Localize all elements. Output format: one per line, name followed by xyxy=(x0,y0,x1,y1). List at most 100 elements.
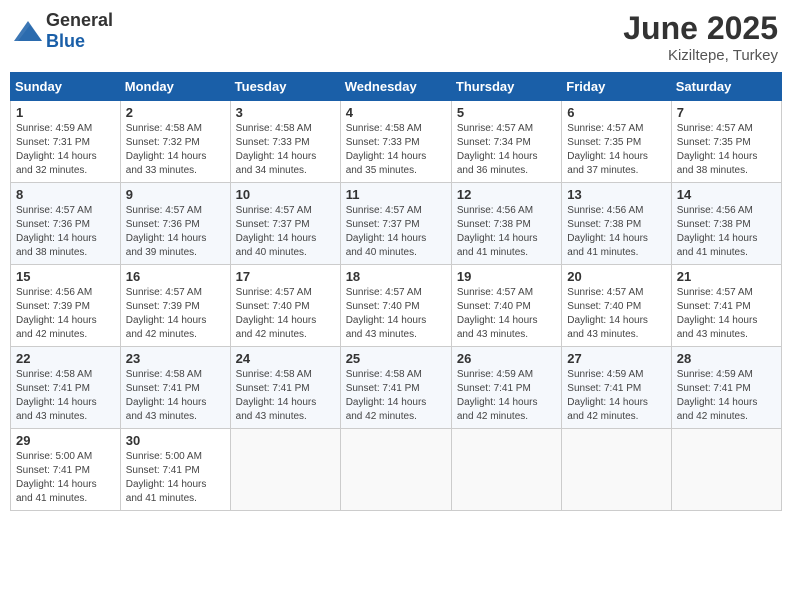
column-header-friday: Friday xyxy=(562,73,671,101)
day-number: 26 xyxy=(457,351,556,366)
calendar-cell: 9 Sunrise: 4:57 AMSunset: 7:36 PMDaylight… xyxy=(120,183,230,265)
logo-general: General xyxy=(46,10,113,30)
month-title: June 2025 xyxy=(623,10,778,47)
day-info: Sunrise: 4:59 AMSunset: 7:41 PMDaylight:… xyxy=(457,368,556,424)
column-header-tuesday: Tuesday xyxy=(230,73,340,101)
day-number: 25 xyxy=(346,351,446,366)
day-info: Sunrise: 4:57 AMSunset: 7:41 PMDaylight:… xyxy=(677,286,776,342)
calendar-cell: 3Sunrise: 4:58 AMSunset: 7:33 PMDaylight… xyxy=(230,101,340,183)
column-header-wednesday: Wednesday xyxy=(340,73,451,101)
day-number: 9 xyxy=(126,187,225,202)
calendar-cell xyxy=(230,429,340,511)
calendar-cell: 17 Sunrise: 4:57 AMSunset: 7:40 PMDayligh… xyxy=(230,265,340,347)
calendar-cell: 6 Sunrise: 4:57 AMSunset: 7:35 PMDaylight… xyxy=(562,101,671,183)
day-number: 30 xyxy=(126,433,225,448)
calendar-cell: 27Sunrise: 4:59 AMSunset: 7:41 PMDayligh… xyxy=(562,347,671,429)
day-info: Sunrise: 4:57 AMSunset: 7:35 PMDaylight:… xyxy=(567,122,665,178)
day-number: 17 xyxy=(236,269,335,284)
calendar-cell: 19 Sunrise: 4:57 AMSunset: 7:40 PMDayligh… xyxy=(451,265,561,347)
calendar-cell xyxy=(671,429,781,511)
day-info: Sunrise: 4:57 AMSunset: 7:37 PMDaylight:… xyxy=(346,204,446,260)
calendar-cell: 4 Sunrise: 4:58 AMSunset: 7:33 PMDaylight… xyxy=(340,101,451,183)
calendar-cell: 25Sunrise: 4:58 AMSunset: 7:41 PMDayligh… xyxy=(340,347,451,429)
logo-icon xyxy=(14,21,42,41)
calendar-cell: 15 Sunrise: 4:56 AMSunset: 7:39 PMDayligh… xyxy=(11,265,121,347)
calendar-cell: 10 Sunrise: 4:57 AMSunset: 7:37 PMDayligh… xyxy=(230,183,340,265)
calendar-week-row: 8Sunrise: 4:57 AMSunset: 7:36 PMDaylight… xyxy=(11,183,782,265)
calendar-week-row: 1Sunrise: 4:59 AMSunset: 7:31 PMDaylight… xyxy=(11,101,782,183)
calendar-cell: 16 Sunrise: 4:57 AMSunset: 7:39 PMDayligh… xyxy=(120,265,230,347)
day-info: Sunrise: 4:57 AMSunset: 7:35 PMDaylight:… xyxy=(677,122,776,178)
day-number: 16 xyxy=(126,269,225,284)
calendar-cell: 8Sunrise: 4:57 AMSunset: 7:36 PMDaylight… xyxy=(11,183,121,265)
calendar-cell: 29Sunrise: 5:00 AMSunset: 7:41 PMDayligh… xyxy=(11,429,121,511)
calendar-cell: 13 Sunrise: 4:56 AMSunset: 7:38 PMDayligh… xyxy=(562,183,671,265)
calendar-cell: 24 Sunrise: 4:58 AMSunset: 7:41 PMDayligh… xyxy=(230,347,340,429)
calendar-cell: 26 Sunrise: 4:59 AMSunset: 7:41 PMDayligh… xyxy=(451,347,561,429)
day-info: Sunrise: 4:57 AMSunset: 7:40 PMDaylight:… xyxy=(346,286,446,342)
day-info: Sunrise: 4:58 AMSunset: 7:33 PMDaylight:… xyxy=(346,122,446,178)
day-number: 4 xyxy=(346,105,446,120)
logo: General Blue xyxy=(14,10,113,52)
logo-blue: Blue xyxy=(46,31,85,51)
day-info: Sunrise: 4:57 AMSunset: 7:40 PMDaylight:… xyxy=(457,286,556,342)
day-number: 10 xyxy=(236,187,335,202)
day-info: Sunrise: 5:00 AMSunset: 7:41 PMDaylight:… xyxy=(126,450,225,506)
day-number: 27 xyxy=(567,351,665,366)
calendar-cell: 28 Sunrise: 4:59 AMSunset: 7:41 PMDayligh… xyxy=(671,347,781,429)
day-info: Sunrise: 4:57 AMSunset: 7:40 PMDaylight:… xyxy=(567,286,665,342)
day-number: 11 xyxy=(346,187,446,202)
calendar-cell: 5 Sunrise: 4:57 AMSunset: 7:34 PMDaylight… xyxy=(451,101,561,183)
day-info: Sunrise: 4:58 AMSunset: 7:33 PMDaylight:… xyxy=(236,122,335,178)
day-info: Sunrise: 4:57 AMSunset: 7:39 PMDaylight:… xyxy=(126,286,225,342)
day-info: Sunrise: 4:58 AMSunset: 7:41 PMDaylight:… xyxy=(236,368,335,424)
calendar-cell: 18 Sunrise: 4:57 AMSunset: 7:40 PMDayligh… xyxy=(340,265,451,347)
calendar-week-row: 15 Sunrise: 4:56 AMSunset: 7:39 PMDayligh… xyxy=(11,265,782,347)
day-info: Sunrise: 4:56 AMSunset: 7:39 PMDaylight:… xyxy=(16,286,115,342)
column-header-thursday: Thursday xyxy=(451,73,561,101)
calendar-cell: 22 Sunrise: 4:58 AMSunset: 7:41 PMDayligh… xyxy=(11,347,121,429)
title-area: June 2025 Kiziltepe, Turkey xyxy=(623,10,778,64)
day-number: 28 xyxy=(677,351,776,366)
day-number: 18 xyxy=(346,269,446,284)
day-info: Sunrise: 4:59 AMSunset: 7:41 PMDaylight:… xyxy=(677,368,776,424)
calendar-week-row: 29 Sunrise: 5:00 AMSunset: 7:41 PMDayligh… xyxy=(11,429,782,511)
day-info: Sunrise: 4:58 AMSunset: 7:32 PMDaylight:… xyxy=(126,122,225,178)
day-number: 15 xyxy=(16,269,115,284)
day-info: Sunrise: 4:56 AMSunset: 7:38 PMDaylight:… xyxy=(457,204,556,260)
calendar-cell: 23Sunrise: 4:58 AMSunset: 7:41 PMDayligh… xyxy=(120,347,230,429)
day-info: Sunrise: 4:57 AMSunset: 7:40 PMDaylight:… xyxy=(236,286,335,342)
column-header-monday: Monday xyxy=(120,73,230,101)
day-number: 21 xyxy=(677,269,776,284)
day-number: 1 xyxy=(16,105,115,120)
day-info: Sunrise: 4:57 AMSunset: 7:34 PMDaylight:… xyxy=(457,122,556,178)
calendar-cell: 11 Sunrise: 4:57 AMSunset: 7:37 PMDayligh… xyxy=(340,183,451,265)
day-info: Sunrise: 4:58 AMSunset: 7:41 PMDaylight:… xyxy=(16,368,115,424)
day-number: 6 xyxy=(567,105,665,120)
day-number: 13 xyxy=(567,187,665,202)
day-number: 14 xyxy=(677,187,776,202)
calendar-cell: 30 Sunrise: 5:00 AMSunset: 7:41 PMDayligh… xyxy=(120,429,230,511)
calendar-cell: 2 Sunrise: 4:58 AMSunset: 7:32 PMDaylight… xyxy=(120,101,230,183)
day-number: 29 xyxy=(16,433,115,448)
day-number: 2 xyxy=(126,105,225,120)
day-number: 5 xyxy=(457,105,556,120)
calendar-header-row: SundayMondayTuesdayWednesdayThursdayFrid… xyxy=(11,73,782,101)
calendar-cell xyxy=(340,429,451,511)
calendar-cell: 1Sunrise: 4:59 AMSunset: 7:31 PMDaylight… xyxy=(11,101,121,183)
day-info: Sunrise: 4:58 AMSunset: 7:41 PMDaylight:… xyxy=(126,368,225,424)
calendar-cell: 12 Sunrise: 4:56 AMSunset: 7:38 PMDayligh… xyxy=(451,183,561,265)
day-info: Sunrise: 4:57 AMSunset: 7:37 PMDaylight:… xyxy=(236,204,335,260)
day-number: 24 xyxy=(236,351,335,366)
day-info: Sunrise: 4:56 AMSunset: 7:38 PMDaylight:… xyxy=(567,204,665,260)
day-number: 22 xyxy=(16,351,115,366)
logo-text: General Blue xyxy=(46,10,113,52)
day-info: Sunrise: 4:57 AMSunset: 7:36 PMDaylight:… xyxy=(126,204,225,260)
calendar-cell: 7Sunrise: 4:57 AMSunset: 7:35 PMDaylight… xyxy=(671,101,781,183)
day-number: 19 xyxy=(457,269,556,284)
calendar: SundayMondayTuesdayWednesdayThursdayFrid… xyxy=(10,72,782,511)
column-header-saturday: Saturday xyxy=(671,73,781,101)
header: General Blue June 2025 Kiziltepe, Turkey xyxy=(10,10,782,64)
day-number: 12 xyxy=(457,187,556,202)
day-info: Sunrise: 4:56 AMSunset: 7:38 PMDaylight:… xyxy=(677,204,776,260)
